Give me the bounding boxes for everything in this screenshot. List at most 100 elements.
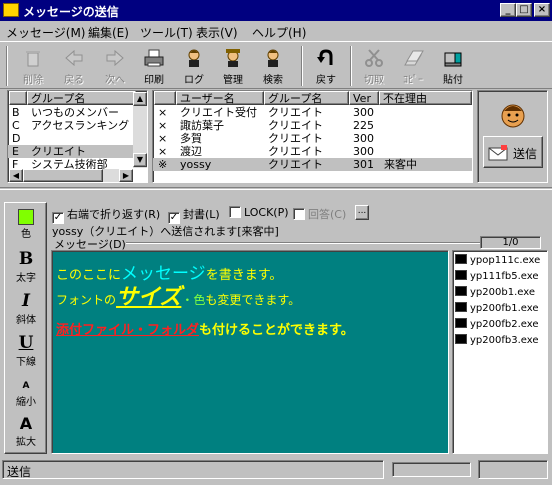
enlarge-button[interactable]: A 拡大: [8, 415, 44, 449]
exe-file-icon: [455, 318, 467, 328]
attachment-item[interactable]: yp200b1.exe: [455, 285, 535, 301]
page-counter: 1/0: [480, 236, 541, 249]
attachment-item[interactable]: yp200fb1.exe: [455, 301, 539, 317]
user-row-selected[interactable]: ※ yossy クリエイト 301 来客中: [153, 158, 472, 171]
message-editor[interactable]: このここにメッセージを書きます。 フォントのサイズ・色も変更できます。 添付ファ…: [51, 250, 449, 454]
user-reason-header[interactable]: 不在理由: [379, 91, 472, 105]
attachment-list[interactable]: ypop111c.exe yp111fb5.exe yp200b1.exe yp…: [452, 250, 548, 454]
checkbox-unchecked-icon: [293, 208, 305, 220]
user-name: 多賀: [180, 132, 202, 145]
undo-button[interactable]: 戻す: [307, 45, 345, 87]
status-pane-right: [478, 460, 548, 479]
message-line-3: 添付ファイル・フォルダも付けることができます。: [56, 319, 354, 338]
paste-button[interactable]: 貼付: [434, 45, 472, 87]
user-ver-header[interactable]: Ver: [349, 91, 379, 105]
pane-splitter[interactable]: [0, 187, 552, 190]
seal-checkbox[interactable]: ✓ 封書(L): [168, 206, 220, 224]
group-horizontal-scrollbar[interactable]: ◀ ▶: [9, 169, 133, 182]
color-swatch-icon: [18, 209, 34, 225]
user-list[interactable]: ユーザー名 グループ名 Ver 不在理由 × クリエイト受付 クリエイト 300 × 諏…: [152, 90, 473, 183]
scroll-up-button[interactable]: ▲: [133, 92, 147, 106]
status-pane: 送信: [2, 460, 384, 479]
wrap-label: 右端で折り返す(R): [67, 208, 161, 221]
group-key: E: [12, 145, 19, 158]
copy-button[interactable]: ｺﾋﾟｰ: [394, 45, 432, 87]
user-group-header[interactable]: グループ名: [264, 91, 349, 105]
paste-icon: [444, 52, 462, 67]
back-button[interactable]: 戻る: [55, 45, 93, 87]
send-mail-icon: [488, 145, 508, 161]
scroll-down-button[interactable]: ▼: [133, 153, 147, 167]
admin-person-icon: [226, 49, 240, 67]
exe-file-icon: [455, 334, 467, 344]
menu-help[interactable]: ヘルプ(H): [252, 24, 306, 41]
paste-label: 貼付: [443, 75, 463, 86]
user-group: クリエイト: [268, 132, 323, 145]
group-key-header[interactable]: [9, 91, 27, 105]
user-group: クリエイト: [268, 119, 323, 132]
group-vertical-scrollbar[interactable]: ▲ ▼: [133, 92, 147, 168]
attachment-item[interactable]: yp200fb2.exe: [455, 317, 539, 333]
user-mark-header[interactable]: [154, 91, 176, 105]
delete-button[interactable]: 削除: [14, 45, 52, 87]
attachment-item[interactable]: ypop111c.exe: [455, 253, 540, 269]
scroll-right-button[interactable]: ▶: [119, 169, 133, 182]
group-list[interactable]: グループ名 B いつものメンバー C アクセスランキング D E クリエイト F システ…: [7, 90, 148, 183]
print-button[interactable]: 印刷: [135, 45, 173, 87]
back-label: 戻る: [64, 75, 84, 86]
cut-button[interactable]: 切取: [355, 45, 393, 87]
reply-checkbox[interactable]: 回答(C): [293, 206, 346, 222]
group-row[interactable]: D: [8, 132, 133, 145]
scissors-icon: [365, 49, 383, 67]
log-button[interactable]: ログ: [175, 45, 213, 87]
user-row[interactable]: × 渡辺 クリエイト 300: [153, 145, 472, 158]
title-bar: メッセージの送信 _ □ ×: [0, 0, 552, 21]
italic-button[interactable]: I 斜体: [8, 291, 44, 326]
menu-edit[interactable]: 編集(E): [88, 24, 129, 41]
print-label: 印刷: [144, 75, 164, 86]
lock-checkbox[interactable]: LOCK(P): [229, 206, 289, 222]
group-row-selected[interactable]: E クリエイト: [8, 145, 133, 158]
menu-view[interactable]: 表示(V): [196, 24, 238, 41]
menu-tools[interactable]: ツール(T): [140, 24, 193, 41]
lock-label: LOCK(P): [244, 206, 289, 219]
color-button[interactable]: 色: [8, 207, 44, 240]
attachment-item[interactable]: yp200fb3.exe: [455, 333, 539, 349]
wrap-checkbox[interactable]: ✓ 右端で折り返す(R): [52, 206, 161, 224]
group-row[interactable]: C アクセスランキング: [8, 119, 133, 132]
user-name: 渡辺: [180, 145, 202, 158]
maximize-button[interactable]: □: [516, 3, 532, 17]
message-text: も変更できます。: [205, 293, 301, 307]
more-options-button[interactable]: ...: [355, 205, 369, 220]
search-person-icon: [267, 49, 279, 67]
search-button[interactable]: 検索: [254, 45, 292, 87]
group-name: アクセスランキング: [31, 119, 130, 132]
color-label: 色: [21, 229, 31, 240]
shrink-button[interactable]: A 縮小: [8, 375, 44, 408]
minimize-button[interactable]: _: [500, 3, 516, 17]
shrink-label: 縮小: [16, 397, 36, 408]
user-name-header[interactable]: ユーザー名: [176, 91, 264, 105]
scroll-thumb[interactable]: [23, 169, 103, 182]
reply-label: 回答(C): [308, 208, 347, 221]
send-button[interactable]: 送信: [483, 136, 543, 168]
attachment-item[interactable]: yp111fb5.exe: [455, 269, 539, 285]
group-row[interactable]: B いつものメンバー: [8, 106, 133, 119]
user-row[interactable]: × クリエイト受付 クリエイト 300: [153, 106, 472, 119]
bold-button[interactable]: B 太字: [8, 249, 44, 284]
underline-button[interactable]: U 下線: [8, 333, 44, 368]
send-label: 送信: [513, 147, 538, 161]
close-button[interactable]: ×: [534, 3, 550, 17]
group-name-header[interactable]: グループ名: [27, 91, 136, 105]
scroll-left-button[interactable]: ◀: [9, 169, 23, 182]
log-label: ログ: [184, 75, 204, 86]
bold-icon: B: [18, 249, 34, 269]
attachment-name: yp200fb2.exe: [470, 319, 539, 330]
group-key: C: [12, 119, 20, 132]
user-row[interactable]: × 多賀 クリエイト 300: [153, 132, 472, 145]
next-button[interactable]: 次へ: [96, 45, 134, 87]
menu-message[interactable]: メッセージ(M): [6, 24, 85, 41]
admin-button[interactable]: 管理: [214, 45, 252, 87]
bold-label: 太字: [16, 273, 36, 284]
user-row[interactable]: × 諏訪葉子 クリエイト 225: [153, 119, 472, 132]
